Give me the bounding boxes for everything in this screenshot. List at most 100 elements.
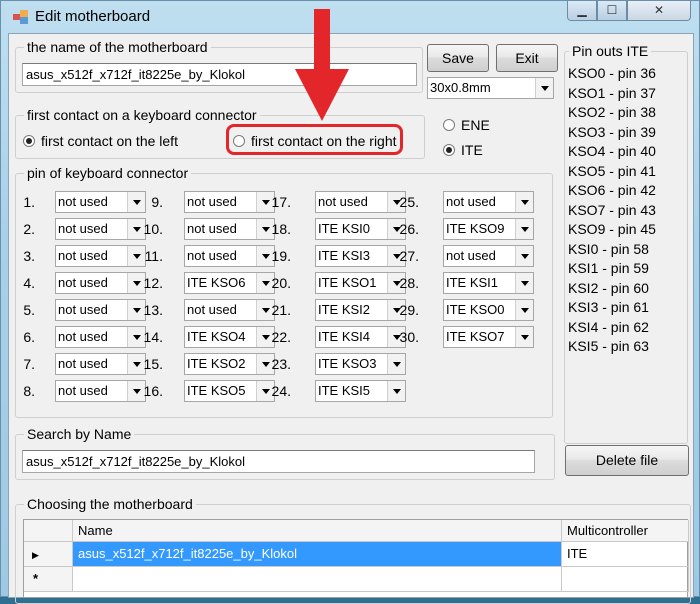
close-button[interactable]: ✕ bbox=[627, 1, 691, 21]
grid-cell-name[interactable]: asus_x512f_x712f_it8225e_by_Klokol bbox=[73, 542, 562, 567]
pinout-line: KSI0 - pin 58 bbox=[568, 240, 649, 257]
pin-select-value: ITE KSO5 bbox=[187, 383, 246, 398]
pin-select-value: ITE KSI4 bbox=[318, 329, 371, 344]
chevron-down-icon[interactable] bbox=[515, 219, 533, 239]
pin-number-label: 25. bbox=[399, 194, 419, 210]
exit-button[interactable]: Exit bbox=[496, 44, 558, 72]
pin-select[interactable]: not used bbox=[55, 218, 146, 240]
pin-select-value: ITE KSO4 bbox=[187, 329, 246, 344]
radio-left-indicator[interactable] bbox=[23, 135, 35, 147]
pin-select[interactable]: ITE KSO0 bbox=[443, 299, 534, 321]
pin-select-value: ITE KSO7 bbox=[446, 329, 505, 344]
pinout-line: KSO7 - pin 43 bbox=[568, 201, 656, 218]
pin-number-label: 11. bbox=[144, 248, 163, 264]
pin-number-label: 22. bbox=[271, 329, 291, 345]
pin-select[interactable]: not used bbox=[443, 191, 534, 213]
grid-new-row-selector[interactable]: * bbox=[24, 567, 73, 592]
pin-select[interactable]: not used bbox=[443, 245, 534, 267]
pin-select[interactable]: not used bbox=[184, 245, 275, 267]
pin-select-value: ITE KSO6 bbox=[187, 275, 246, 290]
pin-number-label: 20. bbox=[271, 275, 291, 291]
pin-number-label: 21. bbox=[271, 302, 291, 318]
pin-select-value: ITE KSI1 bbox=[446, 275, 499, 290]
chevron-down-icon[interactable] bbox=[515, 327, 533, 347]
motherboard-name-input[interactable]: asus_x512f_x712f_it8225e_by_Klokol bbox=[22, 63, 417, 86]
pin-select[interactable]: not used bbox=[184, 191, 275, 213]
grid-header-name[interactable]: Name bbox=[73, 520, 562, 542]
pin-select-value: ITE KSO0 bbox=[446, 302, 505, 317]
pinout-line: KSO5 - pin 41 bbox=[568, 162, 656, 179]
radio-ite-indicator[interactable] bbox=[443, 144, 455, 156]
grid-new-row-controller[interactable] bbox=[562, 567, 689, 592]
pin-select[interactable]: not used bbox=[55, 191, 146, 213]
chevron-down-icon[interactable] bbox=[515, 300, 533, 320]
first-contact-legend: first contact on a keyboard connector bbox=[24, 107, 260, 123]
grid-cell-controller[interactable]: ITE bbox=[562, 542, 689, 567]
pin-select-value: not used bbox=[187, 302, 237, 317]
radio-ite-label: ITE bbox=[461, 142, 483, 158]
pin-select[interactable]: not used bbox=[55, 380, 146, 402]
annotation-highlight bbox=[226, 124, 403, 155]
search-input[interactable]: asus_x512f_x712f_it8225e_by_Klokol bbox=[22, 450, 535, 473]
chevron-down-icon[interactable] bbox=[535, 78, 553, 98]
pin-select-value: not used bbox=[58, 383, 108, 398]
name-group-legend: the name of the motherboard bbox=[24, 39, 211, 55]
pin-number-label: 9. bbox=[151, 194, 163, 210]
pinout-line: KSO0 - pin 36 bbox=[568, 65, 656, 81]
maximize-button[interactable]: ☐ bbox=[597, 1, 627, 21]
window-title: Edit motherboard bbox=[35, 8, 151, 25]
pin-select-value: not used bbox=[58, 194, 108, 209]
chevron-down-icon[interactable] bbox=[515, 273, 533, 293]
pinout-line: KSO2 - pin 38 bbox=[568, 104, 656, 120]
pin-select[interactable]: ITE KSO9 bbox=[443, 218, 534, 240]
grid-new-row-name[interactable] bbox=[73, 567, 562, 592]
pin-select[interactable]: ITE KSO3 bbox=[315, 353, 406, 375]
pin-select[interactable]: not used bbox=[55, 272, 146, 294]
pin-select-value: not used bbox=[187, 248, 237, 263]
choose-legend: Choosing the motherboard bbox=[24, 496, 196, 512]
delete-file-button[interactable]: Delete file bbox=[565, 445, 689, 476]
grid-row-selector[interactable]: ▶ bbox=[24, 542, 73, 567]
chevron-down-icon[interactable] bbox=[515, 246, 533, 266]
radio-ite[interactable]: ITE bbox=[443, 142, 483, 158]
pinouts-legend: Pin outs ITE bbox=[569, 43, 652, 59]
pin-number-label: 17. bbox=[271, 194, 291, 210]
pinout-line: KSO9 - pin 45 bbox=[568, 221, 656, 237]
pinout-line: KSI3 - pin 61 bbox=[568, 299, 649, 315]
pin-select[interactable]: not used bbox=[55, 326, 146, 348]
minimize-button[interactable]: ▁ bbox=[567, 1, 597, 21]
motherboard-grid[interactable]: Name Multicontroller ▶ asus_x512f_x712f_… bbox=[23, 519, 689, 598]
pin-number-label: 8. bbox=[23, 383, 35, 399]
pin-select-value: not used bbox=[58, 248, 108, 263]
pin-number-label: 1. bbox=[23, 194, 35, 210]
pin-number-label: 5. bbox=[23, 302, 35, 318]
pin-select[interactable]: not used bbox=[184, 299, 275, 321]
pin-select[interactable]: not used bbox=[55, 245, 146, 267]
pin-select[interactable]: ITE KSO6 bbox=[184, 272, 275, 294]
title-bar[interactable]: Edit motherboard ▁ ☐ ✕ bbox=[1, 1, 700, 33]
maximize-icon: ☐ bbox=[606, 3, 618, 17]
pin-select[interactable]: ITE KSO4 bbox=[184, 326, 275, 348]
pinout-line: KSO6 - pin 42 bbox=[568, 182, 656, 198]
pin-select-value: ITE KSI2 bbox=[318, 302, 371, 317]
pin-select[interactable]: ITE KSI5 bbox=[315, 380, 406, 402]
connector-type-select[interactable]: 30x0.8mm bbox=[427, 77, 554, 99]
radio-first-contact-left[interactable]: first contact on the left bbox=[23, 133, 178, 149]
radio-ene[interactable]: ENE bbox=[443, 117, 490, 133]
save-button[interactable]: Save bbox=[427, 44, 489, 72]
chevron-down-icon[interactable] bbox=[515, 192, 533, 212]
radio-ene-indicator[interactable] bbox=[443, 119, 455, 131]
pin-select[interactable]: ITE KSO2 bbox=[184, 353, 275, 375]
pin-select[interactable]: not used bbox=[184, 218, 275, 240]
pin-select[interactable]: not used bbox=[55, 299, 146, 321]
pin-number-label: 6. bbox=[23, 329, 35, 345]
chevron-down-icon[interactable] bbox=[387, 381, 405, 401]
pin-select[interactable]: ITE KSO5 bbox=[184, 380, 275, 402]
pin-select[interactable]: not used bbox=[55, 353, 146, 375]
pin-select[interactable]: ITE KSO7 bbox=[443, 326, 534, 348]
pin-select-value: ITE KSI3 bbox=[318, 248, 371, 263]
pin-select-value: ITE KSO3 bbox=[318, 356, 377, 371]
pin-select[interactable]: ITE KSI1 bbox=[443, 272, 534, 294]
grid-header-multicontroller[interactable]: Multicontroller bbox=[562, 520, 689, 542]
chevron-down-icon[interactable] bbox=[387, 354, 405, 374]
